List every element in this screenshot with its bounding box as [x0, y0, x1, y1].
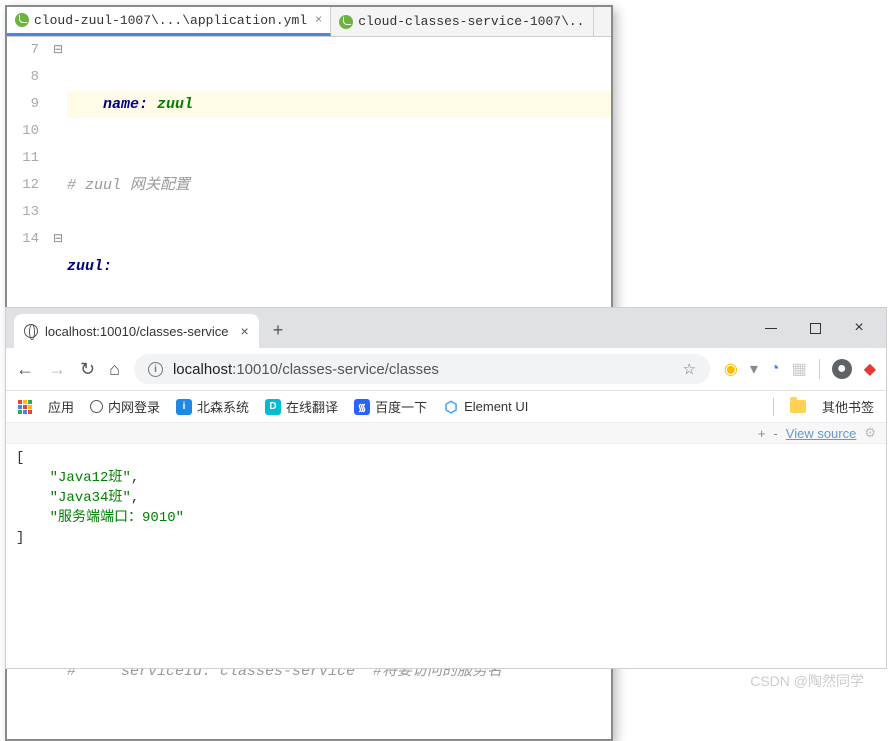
cube-icon: ⬡: [443, 399, 459, 415]
reload-button[interactable]: ↻: [80, 359, 95, 380]
spring-icon: [339, 15, 353, 29]
json-response-body[interactable]: [ "Java12班", "Java34班", "服务端端口：9010" ]: [6, 444, 886, 552]
minimize-button[interactable]: [764, 321, 778, 335]
paw-icon: ᯾: [354, 399, 370, 415]
bookmark-item[interactable]: ⬡ Element UI: [443, 399, 528, 415]
gear-icon[interactable]: ⚙: [864, 425, 876, 441]
bookmarks-bar: 应用 内网登录 i 北森系统 D 在线翻译 ᯾ 百度一下 ⬡ Element U…: [6, 391, 886, 423]
ext-icon[interactable]: ◔: [770, 360, 780, 378]
apps-label[interactable]: 应用: [48, 397, 74, 416]
ide-tab-label: cloud-zuul-1007\...\application.yml: [34, 13, 307, 28]
ide-tab-bar: cloud-zuul-1007\...\application.yml × cl…: [7, 7, 611, 37]
forward-button[interactable]: →: [48, 359, 66, 380]
address-host: localhost: [173, 361, 232, 378]
spring-icon: [15, 13, 29, 27]
fold-handle[interactable]: ⊟: [49, 37, 67, 64]
ext-icon[interactable]: ▦: [792, 359, 807, 379]
address-bar[interactable]: i localhost:10010/classes-service/classe…: [134, 354, 710, 384]
ide-tab-classes-service[interactable]: cloud-classes-service-1007\..: [331, 7, 593, 36]
globe-icon: [90, 400, 103, 413]
browser-tab-strip: localhost:10010/classes-service × + ×: [6, 308, 886, 348]
globe-icon: [24, 324, 38, 338]
bookmark-star-icon[interactable]: ☆: [682, 360, 695, 378]
bookmark-icon: i: [176, 399, 192, 415]
profile-avatar-icon[interactable]: ●: [832, 359, 852, 379]
view-source-link[interactable]: View source: [786, 426, 857, 441]
new-tab-button[interactable]: +: [273, 320, 284, 341]
bookmark-item[interactable]: 内网登录: [90, 397, 160, 416]
divider: [819, 359, 820, 379]
watermark: CSDN @陶然同学: [750, 671, 864, 691]
home-button[interactable]: ⌂: [109, 359, 120, 380]
browser-tab-title: localhost:10010/classes-service: [45, 324, 229, 339]
ext-icon[interactable]: ◉: [724, 359, 738, 379]
fold-handle[interactable]: ⊟: [49, 226, 67, 253]
folder-icon: [790, 400, 806, 413]
extension-icons: ◉ ▾ ◔ ▦ ● ◆: [724, 359, 876, 379]
ide-tab-label: cloud-classes-service-1007\..: [358, 14, 584, 29]
ext-icon[interactable]: ◆: [864, 359, 876, 379]
ext-icon[interactable]: ▾: [750, 359, 758, 379]
bookmark-item[interactable]: ᯾ 百度一下: [354, 397, 427, 416]
close-icon[interactable]: ×: [241, 323, 249, 339]
maximize-button[interactable]: [808, 321, 822, 335]
ide-tab-application-yml[interactable]: cloud-zuul-1007\...\application.yml ×: [7, 7, 331, 36]
browser-toolbar: ← → ↻ ⌂ i localhost:10010/classes-servic…: [6, 348, 886, 391]
back-button[interactable]: ←: [16, 359, 34, 380]
site-info-icon[interactable]: i: [148, 362, 163, 377]
browser-tab[interactable]: localhost:10010/classes-service ×: [14, 314, 259, 348]
bookmark-item[interactable]: D 在线翻译: [265, 397, 338, 416]
bookmark-item[interactable]: i 北森系统: [176, 397, 249, 416]
bookmark-icon: D: [265, 399, 281, 415]
expand-all-button[interactable]: +: [758, 426, 766, 441]
address-path: :10010/classes-service/classes: [232, 361, 439, 378]
json-viewer-toolbar: + - View source ⚙: [6, 423, 886, 444]
window-controls: ×: [764, 321, 886, 335]
close-icon[interactable]: ×: [315, 13, 322, 27]
close-window-button[interactable]: ×: [852, 321, 866, 335]
browser-window: localhost:10010/classes-service × + × ← …: [5, 307, 887, 669]
apps-icon[interactable]: [18, 400, 32, 414]
collapse-all-button[interactable]: -: [773, 426, 777, 441]
divider: [773, 398, 774, 416]
other-bookmarks[interactable]: 其他书签: [822, 397, 874, 416]
